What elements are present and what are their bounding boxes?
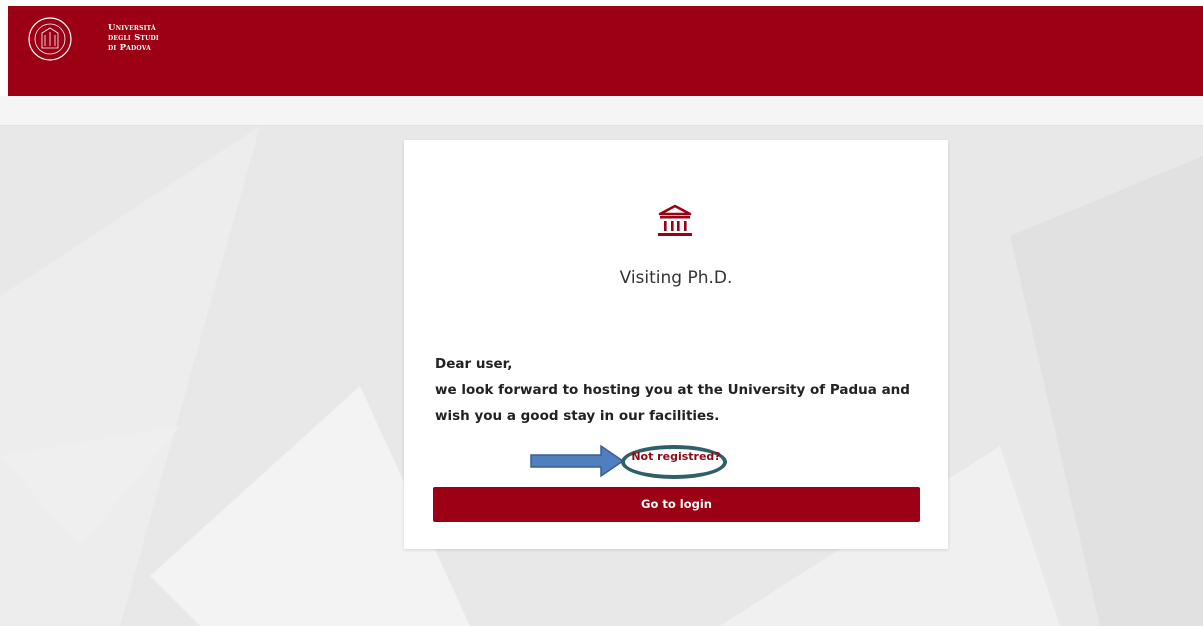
annotation-arrow-icon: [530, 444, 625, 478]
logo-line-2: degli Studi: [108, 33, 159, 43]
logo-line-1: Università: [108, 23, 156, 33]
not-registered-link[interactable]: Not registred?: [622, 450, 730, 463]
visiting-phd-card: Visiting Ph.D. Dear user, we look forwar…: [404, 140, 948, 549]
sub-bar: [0, 96, 1203, 126]
message-line-1: Dear user,: [435, 356, 513, 372]
message-line-2: we look forward to hosting you at the Un…: [435, 382, 910, 398]
message-line-3: wish you a good stay in our facilities.: [435, 408, 720, 424]
university-name: Università degli Studi di Padova: [108, 23, 159, 53]
bank-icon: [658, 204, 692, 236]
welcome-message: Dear user, we look forward to hosting yo…: [435, 351, 925, 429]
top-header: Università degli Studi di Padova: [8, 6, 1203, 96]
card-title: Visiting Ph.D.: [619, 268, 733, 288]
university-seal-logo[interactable]: [27, 16, 73, 62]
logo-line-3: di Padova: [108, 43, 151, 53]
go-to-login-button[interactable]: Go to login: [433, 487, 920, 522]
